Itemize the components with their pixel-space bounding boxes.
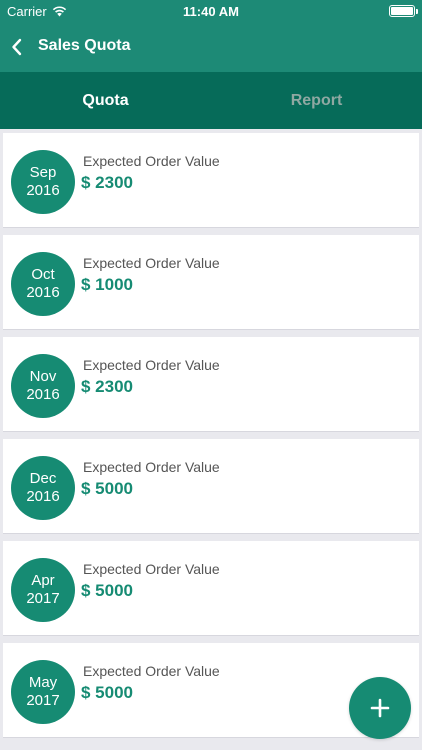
tab-report[interactable]: Report [211, 72, 422, 129]
badge-year: 2016 [26, 488, 60, 505]
quota-label: Expected Order Value [83, 153, 220, 169]
quota-list: Sep 2016 Expected Order Value $ 2300 Oct… [0, 133, 422, 745]
quota-card[interactable]: Nov 2016 Expected Order Value $ 2300 [3, 337, 419, 432]
nav-bar: Sales Quota [0, 22, 422, 72]
quota-card[interactable]: Apr 2017 Expected Order Value $ 5000 [3, 541, 419, 636]
back-button[interactable] [6, 36, 26, 58]
quota-value: $ 5000 [81, 581, 133, 600]
badge-month: May [28, 674, 58, 691]
quota-value: $ 5000 [81, 479, 133, 498]
add-quota-button[interactable] [349, 677, 411, 739]
chevron-left-icon [11, 38, 21, 56]
quota-card[interactable]: Oct 2016 Expected Order Value $ 1000 [3, 235, 419, 330]
plus-icon [370, 698, 390, 718]
month-badge: Dec 2016 [11, 456, 75, 520]
badge-year: 2016 [26, 386, 60, 403]
badge-month: Apr [31, 572, 55, 589]
quota-value: $ 2300 [81, 377, 133, 396]
quota-label: Expected Order Value [83, 663, 220, 679]
quota-value: $ 1000 [81, 275, 133, 294]
page-title: Sales Quota [38, 37, 131, 54]
quota-card[interactable]: Dec 2016 Expected Order Value $ 5000 [3, 439, 419, 534]
badge-month: Dec [29, 470, 57, 487]
tab-quota[interactable]: Quota [0, 72, 211, 129]
quota-value: $ 5000 [81, 683, 133, 702]
month-badge: Nov 2016 [11, 354, 75, 418]
quota-label: Expected Order Value [83, 459, 220, 475]
badge-month: Oct [31, 266, 55, 283]
badge-year: 2017 [26, 692, 60, 709]
status-time: 11:40 AM [183, 4, 239, 19]
quota-value: $ 2300 [81, 173, 133, 192]
month-badge: Sep 2016 [11, 150, 75, 214]
month-badge: Oct 2016 [11, 252, 75, 316]
quota-card[interactable]: Sep 2016 Expected Order Value $ 2300 [3, 133, 419, 228]
badge-month: Nov [29, 368, 57, 385]
badge-month: Sep [29, 164, 57, 181]
month-badge: May 2017 [11, 660, 75, 724]
tab-bar: Quota Report [0, 72, 422, 129]
status-bar: Carrier 11:40 AM [0, 0, 422, 22]
quota-label: Expected Order Value [83, 357, 220, 373]
month-badge: Apr 2017 [11, 558, 75, 622]
quota-label: Expected Order Value [83, 255, 220, 271]
badge-year: 2017 [26, 590, 60, 607]
quota-label: Expected Order Value [83, 561, 220, 577]
battery-icon [389, 5, 418, 17]
badge-year: 2016 [26, 284, 60, 301]
badge-year: 2016 [26, 182, 60, 199]
